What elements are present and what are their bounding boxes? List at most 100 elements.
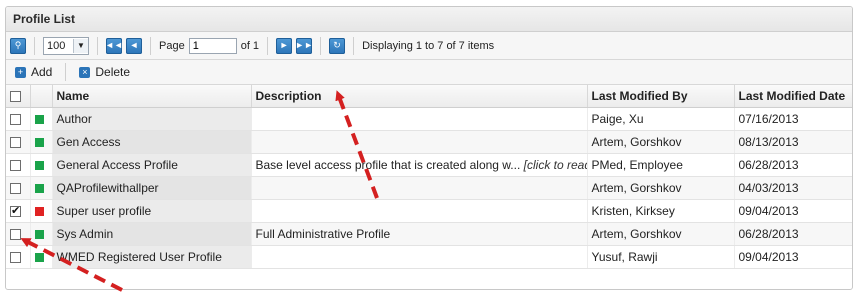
status-indicator-icon: [34, 253, 44, 263]
column-header-last-modified-date[interactable]: Last Modified Date: [734, 85, 852, 108]
profile-table: Name Description Last Modified By Last M…: [6, 85, 852, 269]
delete-button-label: Delete: [95, 65, 131, 79]
table-header-row: Name Description Last Modified By Last M…: [6, 85, 852, 108]
row-status-cell: [30, 199, 53, 223]
table-row[interactable]: Author Paige, Xu 07/16/2013: [6, 107, 852, 131]
last-modified-date: 07/16/2013: [734, 107, 852, 131]
status-indicator-icon: [34, 161, 44, 171]
row-checkbox-cell[interactable]: [6, 107, 31, 131]
row-checkbox[interactable]: [10, 229, 21, 241]
first-page-icon[interactable]: ◄◄: [105, 37, 123, 54]
last-modified-date: 08/13/2013: [734, 130, 852, 154]
last-modified-by: Yusuf, Rawji: [587, 245, 735, 269]
row-checkbox[interactable]: [10, 160, 21, 172]
row-status-cell: [30, 222, 53, 246]
read-more-link[interactable]: [click to read more]: [524, 158, 586, 172]
previous-page-icon[interactable]: ◄: [126, 37, 142, 54]
page-count-label: of 1: [240, 39, 260, 52]
last-modified-by: Artem, Gorshkov: [587, 176, 735, 200]
last-modified-by: Artem, Gorshkov: [587, 222, 735, 246]
row-status-cell: [30, 245, 53, 269]
last-page-icon[interactable]: ►►: [295, 37, 313, 54]
last-modified-date: 09/04/2013: [734, 199, 852, 223]
panel-title: Profile List: [6, 7, 852, 32]
status-indicator-icon: [34, 138, 44, 148]
search-icon[interactable]: ⚲: [10, 37, 26, 54]
row-checkbox-cell[interactable]: [6, 153, 31, 177]
close-icon: ×: [79, 66, 91, 78]
profile-name[interactable]: Super user profile: [52, 199, 252, 223]
next-page-icon[interactable]: ►: [276, 37, 293, 54]
column-header-description[interactable]: Description: [251, 85, 588, 108]
last-modified-by: Paige, Xu: [587, 107, 735, 131]
profile-description: Base level access profile that is create…: [251, 153, 588, 177]
row-checkbox-cell[interactable]: [6, 199, 31, 223]
last-modified-by: Kristen, Kirksey: [587, 199, 735, 223]
divider: [97, 36, 98, 55]
table-row[interactable]: Super user profile Kristen, Kirksey09/04/…: [6, 199, 852, 223]
profile-description: [251, 130, 588, 154]
divider: [65, 63, 67, 81]
profile-name[interactable]: General Access Profile: [52, 153, 252, 177]
profile-description: [251, 245, 588, 269]
status-column-header: [30, 85, 53, 108]
profile-description: Full Administrative Profile: [251, 222, 588, 246]
row-checkbox[interactable]: [10, 204, 21, 218]
last-modified-date: 04/03/2013: [734, 176, 852, 200]
status-indicator-icon: [34, 115, 44, 125]
refresh-icon[interactable]: ↻: [329, 37, 346, 54]
action-toolbar: + Add × Delete: [6, 60, 852, 85]
profile-description: [251, 176, 588, 200]
table-row[interactable]: General Access Profile Base level access …: [6, 153, 852, 177]
row-checkbox[interactable]: [10, 252, 21, 264]
table-row[interactable]: QAProfilewithallper Artem, Gorshkov 04/03/…: [6, 176, 852, 200]
delete-button[interactable]: × Delete: [76, 63, 133, 81]
description-text: Base level access profile that is create…: [255, 158, 521, 172]
row-checkbox-cell[interactable]: [6, 245, 31, 269]
row-checkbox[interactable]: [10, 114, 21, 126]
column-header-last-modified-by[interactable]: Last Modified By: [587, 85, 735, 108]
profile-name[interactable]: Gen Access: [52, 130, 252, 154]
profile-name[interactable]: QAProfilewithallper: [52, 176, 252, 200]
select-all-checkbox[interactable]: [10, 91, 21, 103]
display-status: Displaying 1 to 7 of 7 items: [362, 39, 495, 52]
row-status-cell: [30, 176, 53, 200]
row-checkbox-cell[interactable]: [6, 130, 31, 154]
row-checkbox[interactable]: [10, 137, 21, 149]
table-row[interactable]: WMED Registered User Profile Yusuf, Rawji…: [6, 245, 852, 269]
add-button[interactable]: + Add: [12, 63, 55, 81]
status-indicator-icon: [34, 207, 44, 217]
status-indicator-icon: [34, 230, 44, 240]
row-status-cell: [30, 153, 53, 177]
row-checkbox[interactable]: [10, 183, 21, 195]
last-modified-date: 06/28/2013: [734, 222, 852, 246]
column-header-name[interactable]: Name: [52, 85, 252, 108]
profile-description: [251, 199, 588, 223]
table-row[interactable]: Gen Access Artem, Gorshkov 08/13/2013: [6, 130, 852, 154]
last-modified-date: 09/04/2013: [734, 245, 852, 269]
row-status-cell: [30, 107, 53, 131]
profile-name[interactable]: Author: [52, 107, 252, 131]
select-all-cell[interactable]: [6, 85, 31, 108]
profile-name[interactable]: WMED Registered User Profile: [52, 245, 252, 269]
row-status-cell: [30, 130, 53, 154]
table-row[interactable]: Sys Admin Full Administrative Profile Arte…: [6, 222, 852, 246]
row-checkbox-cell[interactable]: [6, 222, 31, 246]
page-number-input[interactable]: [188, 37, 237, 54]
divider: [150, 36, 151, 55]
description-text: Full Administrative Profile: [255, 227, 391, 241]
divider: [320, 36, 322, 55]
page-size-select[interactable]: 100 ▼: [43, 36, 89, 55]
last-modified-date: 06/28/2013: [734, 153, 852, 177]
row-checkbox-cell[interactable]: [6, 176, 31, 200]
profile-list-panel: Profile List ⚲ 100 ▼ ◄◄ ◄ Page of 1 ► ►►…: [5, 6, 853, 290]
add-button-label: Add: [31, 65, 53, 79]
page-label: Page: [159, 39, 185, 52]
pagination-toolbar: ⚲ 100 ▼ ◄◄ ◄ Page of 1 ► ►► ↻ Displaying…: [6, 32, 852, 60]
chevron-down-icon[interactable]: ▼: [73, 38, 88, 53]
plus-icon: +: [15, 66, 26, 78]
last-modified-by: PMed, Employee: [587, 153, 735, 177]
profile-name[interactable]: Sys Admin: [52, 222, 252, 246]
divider: [267, 36, 269, 55]
page-size-value: 100: [47, 39, 66, 52]
